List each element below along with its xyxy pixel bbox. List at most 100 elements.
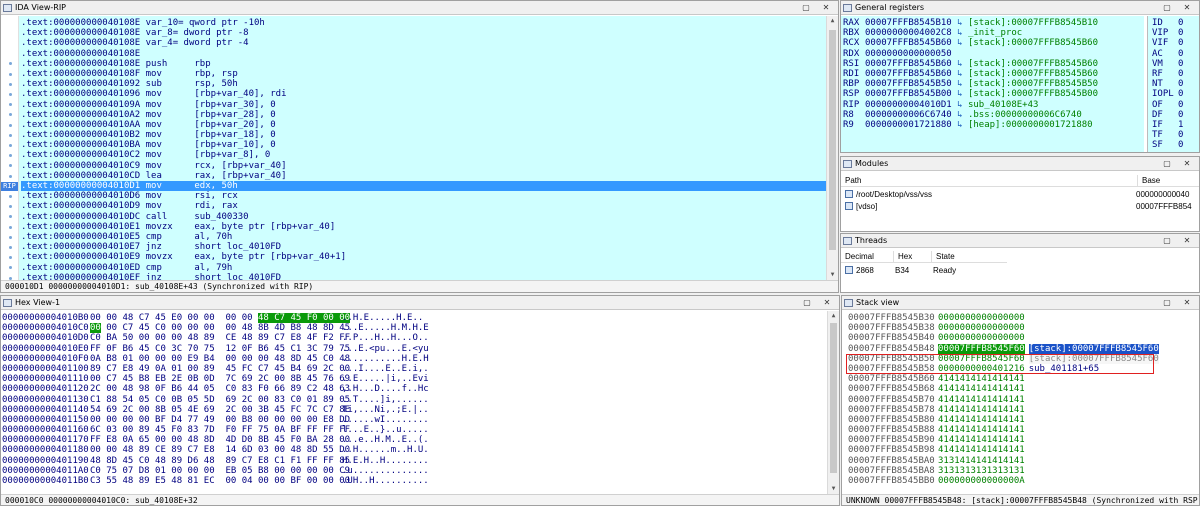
- stack-row[interactable]: 00007FFFB8545B30 0000000000000000: [848, 313, 1159, 323]
- register-value[interactable]: 00007FFFB8545B00: [865, 89, 952, 99]
- stack-row[interactable]: 00007FFFB8545B80 4141414141414141: [848, 415, 1159, 425]
- jump-arrow-icon[interactable]: ↳: [952, 18, 968, 28]
- disassembly-line[interactable]: .text:0000000000401092 sub rsp, 50h: [21, 79, 826, 89]
- scrollbar-thumb[interactable]: [829, 30, 836, 250]
- disassembly-line[interactable]: .text:00000000004010D1 mov edx, 50h: [21, 181, 826, 192]
- stack-value[interactable]: 4141414141414141: [938, 384, 1025, 394]
- flag-value[interactable]: 0: [1178, 69, 1183, 79]
- hex-row[interactable]: 00000000004010E0FF 0F B6 45 C0 3C 70 75 …: [2, 344, 429, 354]
- flag-value[interactable]: 0: [1178, 79, 1183, 89]
- stack-value[interactable]: 4141414141414141: [938, 435, 1025, 445]
- hex-row[interactable]: 000000000040119048 8D 45 C0 48 89 D6 48 …: [2, 456, 429, 466]
- breakpoint-dot-icon[interactable]: [9, 164, 12, 168]
- jump-arrow-icon[interactable]: ↳: [952, 79, 968, 89]
- disassembly-line[interactable]: .text:000000000040108E var_4= dword ptr …: [21, 38, 826, 48]
- stack-view-titlebar[interactable]: Stack view ▢ ✕: [842, 296, 1199, 310]
- hex-row[interactable]: 00000000004011B0C3 55 48 89 E5 48 81 EC …: [2, 476, 429, 486]
- breakpoint-dot-icon[interactable]: [9, 113, 12, 117]
- breakpoint-dot-icon[interactable]: [9, 205, 12, 209]
- jump-arrow-icon[interactable]: ↳: [952, 38, 968, 48]
- stack-row[interactable]: 00007FFFB8545B60 4141414141414141: [848, 374, 1159, 384]
- stack-value[interactable]: 4141414141414141: [938, 445, 1025, 455]
- jump-arrow-icon[interactable]: ↳: [952, 59, 968, 69]
- register-row[interactable]: RBP 00007FFFB8545B50 ↳ [stack]:00007FFFB8…: [843, 79, 1098, 89]
- flag-value[interactable]: 0: [1178, 49, 1183, 59]
- disassembly-line[interactable]: .text:0000000000401096 mov [rbp+var_40],…: [21, 89, 826, 99]
- close-icon[interactable]: ✕: [1181, 234, 1193, 248]
- disassembly-line[interactable]: .text:000000000040108E var_8= dword ptr …: [21, 28, 826, 38]
- disassembly-line[interactable]: .text:00000000004010DC call sub_400330: [21, 212, 826, 222]
- breakpoint-dot-icon[interactable]: [9, 143, 12, 147]
- flag-value[interactable]: 0: [1178, 140, 1183, 150]
- register-value[interactable]: 00007FFFB8545B10: [865, 18, 952, 28]
- flag-row[interactable]: RF 0: [1152, 69, 1183, 79]
- stack-value[interactable]: 4141414141414141: [938, 405, 1025, 415]
- register-row[interactable]: R8 00000000006C6740 ↳ .bss:00000000006C67…: [843, 110, 1082, 120]
- hex-row[interactable]: 00000000004010B000 00 48 C7 45 E0 00 00 …: [2, 313, 429, 323]
- ida-view-scrollbar[interactable]: ▲ ▼: [826, 16, 838, 280]
- flag-row[interactable]: VIF 0: [1152, 38, 1183, 48]
- stack-row[interactable]: 00007FFFB8545BA0 3131414141414141: [848, 456, 1159, 466]
- breakpoint-dot-icon[interactable]: [9, 92, 12, 96]
- hex-view-titlebar[interactable]: Hex View-1 ▢ ✕: [1, 296, 839, 310]
- hex-row[interactable]: 000000000040110089 C7 E8 49 0A 01 00 89 …: [2, 364, 429, 374]
- disassembly-listing[interactable]: RIP .text:000000000040108E var_10= qword…: [1, 16, 826, 283]
- restore-icon[interactable]: ▢: [801, 296, 813, 310]
- hex-bytes[interactable]: C0 75 07 D8 01 00 00 00 EB 05 B8 00 00 0…: [90, 466, 350, 476]
- scroll-up-icon[interactable]: ▲: [827, 16, 838, 26]
- disassembly-line[interactable]: .text:000000000040108E var_10= qword ptr…: [21, 18, 826, 28]
- stack-row[interactable]: 00007FFFB8545B78 4141414141414141: [848, 405, 1159, 415]
- stack-value[interactable]: 0000000000000000: [938, 323, 1025, 333]
- disassembly-line[interactable]: .text:00000000004010BA mov [rbp+var_10],…: [21, 140, 826, 150]
- stack-value[interactable]: 0000000000000000: [938, 333, 1025, 343]
- jump-arrow-icon[interactable]: ↳: [952, 110, 968, 120]
- stack-value[interactable]: 4141414141414141: [938, 415, 1025, 425]
- flag-row[interactable]: NT 0: [1152, 79, 1183, 89]
- threads-titlebar[interactable]: Threads ▢ ✕: [841, 234, 1199, 248]
- ida-view-titlebar[interactable]: IDA View-RIP ▢ ✕: [1, 1, 838, 15]
- hex-row[interactable]: 000000000040118000 00 48 89 CE 89 C7 E8 …: [2, 445, 429, 455]
- breakpoint-dot-icon[interactable]: [9, 235, 12, 239]
- stack-row[interactable]: 00007FFFB8545B48 00007FFFB8545F60 [stack]:…: [848, 343, 1159, 354]
- hex-row[interactable]: 000000000040115000 00 00 00 BF D4 77 49 …: [2, 415, 429, 425]
- hex-bytes[interactable]: 6C 03 00 89 45 F0 83 7D F0 FF 75 0A BF F…: [90, 425, 350, 435]
- hex-bytes[interactable]: 2C 00 48 98 0F B6 44 05 C0 83 F0 66 89 C…: [90, 384, 350, 394]
- threads-col-decimal[interactable]: Decimal: [841, 251, 893, 263]
- flag-row[interactable]: VIP 0: [1152, 28, 1183, 38]
- register-row[interactable]: RCX 00007FFFB8545B60 ↳ [stack]:00007FFFB8…: [843, 38, 1098, 48]
- stack-row[interactable]: 00007FFFB8545BA8 3131313131313131: [848, 466, 1159, 476]
- hex-row[interactable]: 00000000004011A0C0 75 07 D8 01 00 00 00 …: [2, 466, 429, 476]
- module-row[interactable]: /root/Desktop/vss/vss 000000000040: [841, 189, 1199, 201]
- hex-row[interactable]: 00000000004010F00A B8 01 00 00 00 E9 B4 …: [2, 354, 429, 364]
- stack-value[interactable]: 4141414141414141: [938, 425, 1025, 435]
- register-row[interactable]: R9 0000000001721880 ↳ [heap]:000000000172…: [843, 120, 1093, 130]
- disassembly-line[interactable]: .text:00000000004010E7 jnz short loc_401…: [21, 242, 826, 252]
- hex-row[interactable]: 00000000004011606C 03 00 89 45 F0 83 7D …: [2, 425, 429, 435]
- threads-col-state[interactable]: State: [931, 251, 1007, 263]
- hex-bytes[interactable]: FF 0F B6 45 C0 3C 70 75 12 0F B6 45 C1 3…: [90, 344, 350, 354]
- disassembly-line[interactable]: .text:00000000004010D6 mov rsi, rcx: [21, 191, 826, 201]
- scroll-up-icon[interactable]: ▲: [828, 311, 839, 321]
- close-icon[interactable]: ✕: [820, 1, 832, 15]
- register-row[interactable]: RSI 00007FFFB8545B60 ↳ [stack]:00007FFFB8…: [843, 59, 1098, 69]
- flag-value[interactable]: 0: [1178, 38, 1183, 48]
- breakpoint-dot-icon[interactable]: [9, 103, 12, 107]
- breakpoint-dot-icon[interactable]: [9, 174, 12, 178]
- register-row[interactable]: RAX 00007FFFB8545B10 ↳ [stack]:00007FFFB8…: [843, 18, 1098, 28]
- disassembly-line[interactable]: .text:00000000004010E9 movzx eax, byte p…: [21, 252, 826, 262]
- restore-icon[interactable]: ▢: [800, 1, 812, 15]
- flag-value[interactable]: 0: [1178, 89, 1183, 99]
- breakpoint-dot-icon[interactable]: [9, 62, 12, 66]
- hex-bytes[interactable]: 00 C7 45 B8 EB 2E 0B 0D 7C 69 2C 00 8B 4…: [90, 374, 350, 384]
- register-value[interactable]: 00000000004010D1: [865, 100, 952, 110]
- close-icon[interactable]: ✕: [821, 296, 833, 310]
- modules-col-path[interactable]: Path: [841, 175, 1137, 187]
- stack-row[interactable]: 00007FFFB8545BB0 000000000000000A: [848, 476, 1159, 486]
- hex-bytes[interactable]: C3 55 48 89 E5 48 81 EC 00 04 00 00 BF 0…: [90, 476, 350, 486]
- jump-arrow-icon[interactable]: ↳: [952, 69, 968, 79]
- thread-row[interactable]: 2868 B34 Ready: [841, 265, 1011, 277]
- hex-bytes[interactable]: 00 00 C7 45 C0 00 00 00 00 48 8B 4D B8 4…: [90, 323, 350, 334]
- hex-bytes[interactable]: 54 69 2C 00 8B 05 4E 69 2C 00 3B 45 FC 7…: [90, 405, 350, 415]
- scrollbar-thumb[interactable]: [830, 323, 837, 473]
- breakpoint-dot-icon[interactable]: [9, 225, 12, 229]
